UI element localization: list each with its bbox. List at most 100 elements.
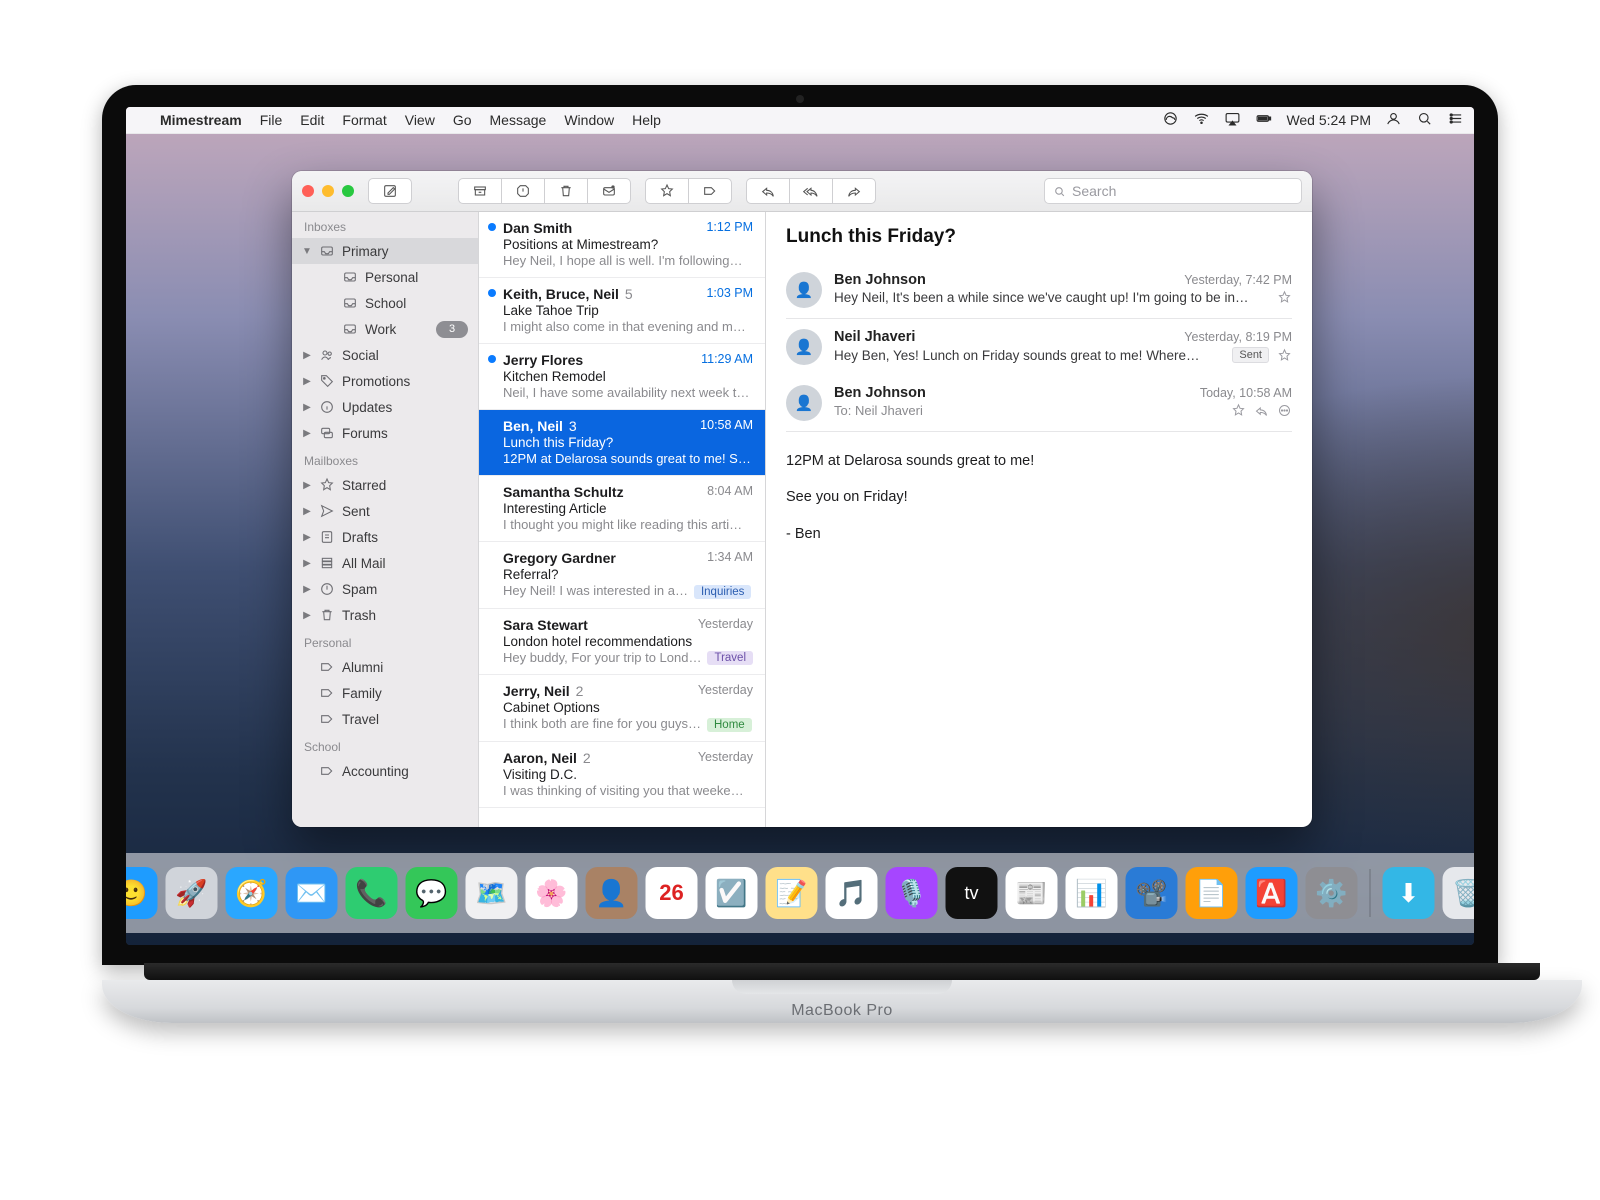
sidebar-item-sent[interactable]: ▶Sent [292, 498, 478, 524]
dock-tv[interactable]: tv [946, 867, 998, 919]
dock-settings[interactable]: ⚙️ [1306, 867, 1358, 919]
sidebar-item-school[interactable]: School [292, 290, 478, 316]
dock-music[interactable]: 🎵 [826, 867, 878, 919]
message-body: 12PM at Delarosa sounds great to me!See … [786, 450, 1292, 545]
message-subject: Visiting D.C. [503, 767, 753, 782]
dock-podcasts[interactable]: 🎙️ [886, 867, 938, 919]
thread-message-collapsed[interactable]: 👤Neil JhaveriYesterday, 8:19 PMHey Ben, … [786, 319, 1292, 375]
message-row[interactable]: Aaron, Neil2YesterdayVisiting D.C.I was … [479, 742, 765, 808]
window-close-button[interactable] [302, 185, 314, 197]
dock-finder[interactable]: 🙂 [126, 867, 158, 919]
star-button[interactable] [645, 178, 689, 204]
window-minimize-button[interactable] [322, 185, 334, 197]
mark-read-button[interactable] [587, 178, 631, 204]
sidebar-item-social[interactable]: ▶Social [292, 342, 478, 368]
reply-button[interactable] [746, 178, 790, 204]
star-icon[interactable] [1277, 348, 1292, 363]
wifi-icon[interactable] [1193, 110, 1210, 130]
menu-window[interactable]: Window [564, 112, 614, 128]
dock-maps[interactable]: 🗺️ [466, 867, 518, 919]
menu-edit[interactable]: Edit [300, 112, 324, 128]
spotlight-icon[interactable] [1416, 110, 1433, 130]
thread-snippet: Hey Ben, Yes! Lunch on Friday sounds gre… [834, 348, 1224, 363]
message-subject: Cabinet Options [503, 700, 753, 715]
search-field[interactable]: Search [1044, 178, 1302, 204]
menu-message[interactable]: Message [490, 112, 547, 128]
dock-facetime[interactable]: 📞 [346, 867, 398, 919]
sidebar-item-trash[interactable]: ▶Trash [292, 602, 478, 628]
dock-keynote[interactable]: 📽️ [1126, 867, 1178, 919]
message-row[interactable]: Dan Smith1:12 PMPositions at Mimestream?… [479, 212, 765, 278]
spam-button[interactable] [501, 178, 545, 204]
sidebar-item-family[interactable]: Family [292, 680, 478, 706]
compose-button[interactable] [368, 178, 412, 204]
dock-launchpad[interactable]: 🚀 [166, 867, 218, 919]
avatar: 👤 [786, 329, 822, 365]
sidebar-item-label: Work [365, 322, 429, 337]
label-button[interactable] [688, 178, 732, 204]
message-subject: Lunch this Friday? [503, 435, 753, 450]
menu-file[interactable]: File [260, 112, 283, 128]
menubar-clock[interactable]: Wed 5:24 PM [1286, 112, 1371, 128]
star-icon[interactable] [1277, 290, 1292, 305]
sidebar-item-spam[interactable]: ▶Spam [292, 576, 478, 602]
sidebar-item-all-mail[interactable]: ▶All Mail [292, 550, 478, 576]
message-subject: Kitchen Remodel [503, 369, 753, 384]
mac-menubar: Mimestream File Edit Format View Go Mess… [126, 107, 1474, 134]
control-center-icon[interactable] [1447, 110, 1464, 130]
menubar-app-name[interactable]: Mimestream [160, 112, 242, 128]
reply-all-button[interactable] [789, 178, 833, 204]
sidebar-item-primary[interactable]: ▼Primary [292, 238, 478, 264]
sidebar-item-starred[interactable]: ▶Starred [292, 472, 478, 498]
sidebar-item-alumni[interactable]: Alumni [292, 654, 478, 680]
sidebar-item-label: Primary [342, 244, 468, 259]
message-row[interactable]: Ben, Neil310:58 AMLunch this Friday?12PM… [479, 410, 765, 476]
message-row[interactable]: Gregory Gardner1:34 AMReferral?Hey Neil!… [479, 542, 765, 609]
user-icon[interactable] [1385, 110, 1402, 130]
dock-notes[interactable]: 📝 [766, 867, 818, 919]
airplay-icon[interactable] [1224, 110, 1241, 130]
dock-reminders[interactable]: ☑️ [706, 867, 758, 919]
thread-message-collapsed[interactable]: 👤Ben JohnsonYesterday, 7:42 PMHey Neil, … [786, 262, 1292, 319]
sidebar-item-work[interactable]: Work3 [292, 316, 478, 342]
menu-view[interactable]: View [405, 112, 435, 128]
delete-button[interactable] [544, 178, 588, 204]
menu-format[interactable]: Format [342, 112, 386, 128]
dock-appstore[interactable]: 🅰️ [1246, 867, 1298, 919]
sidebar-item-promotions[interactable]: ▶Promotions [292, 368, 478, 394]
forward-button[interactable] [832, 178, 876, 204]
battery-icon[interactable] [1255, 110, 1272, 130]
menu-help[interactable]: Help [632, 112, 661, 128]
sidebar-item-forums[interactable]: ▶Forums [292, 420, 478, 446]
dock-pages[interactable]: 📄 [1186, 867, 1238, 919]
sidebar-item-accounting[interactable]: Accounting [292, 758, 478, 784]
message-row[interactable]: Sara StewartYesterdayLondon hotel recomm… [479, 609, 765, 676]
dock-calendar[interactable]: 26 [646, 867, 698, 919]
star-icon[interactable] [1231, 403, 1246, 418]
dock-safari[interactable]: 🧭 [226, 867, 278, 919]
dock-mail[interactable]: ✉️ [286, 867, 338, 919]
message-row[interactable]: Jerry Flores11:29 AMKitchen RemodelNeil,… [479, 344, 765, 410]
message-row[interactable]: Jerry, Neil2YesterdayCabinet OptionsI th… [479, 675, 765, 742]
window-zoom-button[interactable] [342, 185, 354, 197]
dock-numbers[interactable]: 📊 [1066, 867, 1118, 919]
dock-downloads[interactable]: ⬇︎ [1383, 867, 1435, 919]
more-icon[interactable] [1277, 403, 1292, 418]
message-row[interactable]: Samantha Schultz8:04 AMInteresting Artic… [479, 476, 765, 542]
creative-cloud-icon[interactable] [1162, 110, 1179, 130]
chevron-right-icon: ▶ [302, 506, 312, 517]
dock-photos[interactable]: 🌸 [526, 867, 578, 919]
dock-contacts[interactable]: 👤 [586, 867, 638, 919]
dock-news[interactable]: 📰 [1006, 867, 1058, 919]
dock-messages[interactable]: 💬 [406, 867, 458, 919]
message-row[interactable]: Keith, Bruce, Neil51:03 PMLake Tahoe Tri… [479, 278, 765, 344]
reply-icon[interactable] [1254, 403, 1269, 418]
archive-button[interactable] [458, 178, 502, 204]
chevron-right-icon: ▶ [302, 376, 312, 387]
sidebar-item-personal[interactable]: Personal [292, 264, 478, 290]
menu-go[interactable]: Go [453, 112, 472, 128]
sidebar-item-updates[interactable]: ▶Updates [292, 394, 478, 420]
dock-trash[interactable]: 🗑️ [1443, 867, 1475, 919]
sidebar-item-travel[interactable]: Travel [292, 706, 478, 732]
sidebar-item-drafts[interactable]: ▶Drafts [292, 524, 478, 550]
